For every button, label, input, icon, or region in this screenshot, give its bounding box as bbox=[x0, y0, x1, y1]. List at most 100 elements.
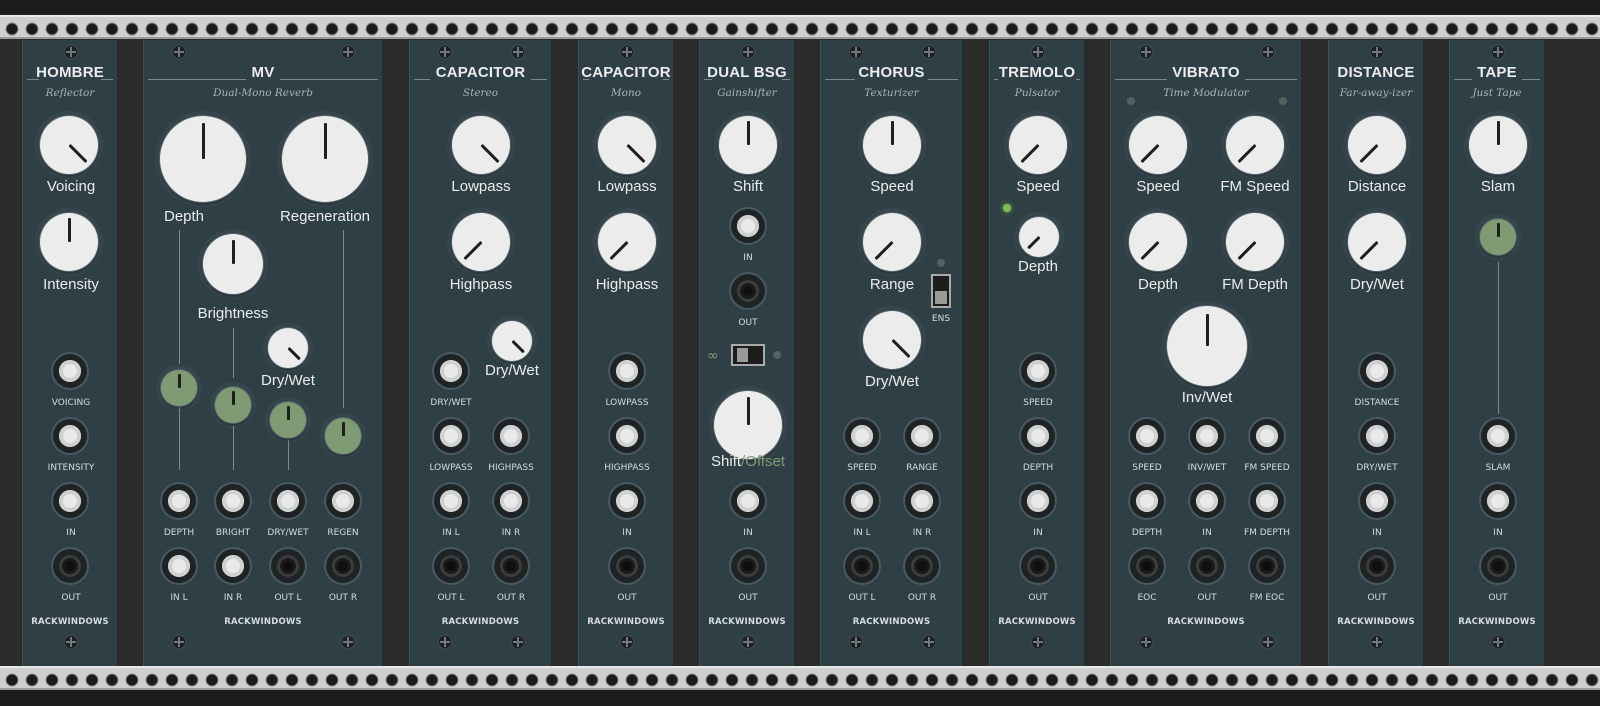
audio-in-right-jack[interactable] bbox=[905, 484, 939, 518]
voicing-knob[interactable] bbox=[40, 116, 98, 174]
highpass-cv-jack[interactable] bbox=[610, 419, 644, 453]
speed-cv-jack[interactable] bbox=[845, 419, 879, 453]
brightness-knob[interactable] bbox=[203, 234, 263, 294]
highpass-knob[interactable] bbox=[452, 213, 510, 271]
lowpass-cv-jack[interactable] bbox=[610, 354, 644, 388]
audio-out-jack[interactable] bbox=[731, 549, 765, 583]
speed-cv-jack[interactable] bbox=[1021, 354, 1055, 388]
brand-label: RACKWINDOWS bbox=[31, 617, 109, 627]
highpass-knob[interactable] bbox=[598, 213, 656, 271]
audio-in-right-jack[interactable] bbox=[216, 549, 250, 583]
screw-icon bbox=[340, 44, 356, 60]
drywet-attenuverter-knob[interactable] bbox=[270, 402, 306, 438]
distance-cv-jack[interactable] bbox=[1360, 354, 1394, 388]
regen-attenuverter-knob[interactable] bbox=[325, 418, 361, 454]
voicing-cv-jack[interactable] bbox=[53, 354, 87, 388]
lowpass-knob[interactable] bbox=[598, 116, 656, 174]
eoc-out-jack[interactable] bbox=[1130, 549, 1164, 583]
depth-cv-jack[interactable] bbox=[1130, 484, 1164, 518]
bright-cv-jack[interactable] bbox=[216, 484, 250, 518]
speed-knob[interactable] bbox=[1129, 116, 1187, 174]
fm-depth-cv-jack[interactable] bbox=[1250, 484, 1284, 518]
audio-out-left-jack[interactable] bbox=[434, 549, 468, 583]
module-dual-bsg[interactable]: DUAL BSG Gainshifter Shift IN OUT ∞ Shif… bbox=[699, 40, 795, 666]
speed-cv-jack[interactable] bbox=[1130, 419, 1164, 453]
ensemble-switch[interactable] bbox=[931, 274, 951, 308]
audio-in-jack[interactable] bbox=[731, 484, 765, 518]
audio-out-jack[interactable] bbox=[610, 549, 644, 583]
module-hombre[interactable]: HOMBRE Reflector Voicing Intensity VOICI… bbox=[22, 40, 118, 666]
drywet-cv-jack[interactable] bbox=[271, 484, 305, 518]
range-knob[interactable] bbox=[863, 213, 921, 271]
audio-out-left-jack[interactable] bbox=[845, 549, 879, 583]
slam-cv-jack[interactable] bbox=[1481, 419, 1515, 453]
module-vibrato[interactable]: VIBRATO Time Modulator Speed FM Speed De… bbox=[1110, 40, 1302, 666]
audio-out-jack[interactable] bbox=[1021, 549, 1055, 583]
invwet-cv-jack[interactable] bbox=[1190, 419, 1224, 453]
distance-knob[interactable] bbox=[1348, 116, 1406, 174]
module-capacitor-mono[interactable]: CAPACITOR Mono Lowpass Highpass LOWPASS … bbox=[578, 40, 674, 666]
audio-out-left-jack[interactable] bbox=[271, 549, 305, 583]
bright-attenuverter-knob[interactable] bbox=[215, 387, 251, 423]
drywet-cv-jack[interactable] bbox=[434, 354, 468, 388]
regen-cv-jack[interactable] bbox=[326, 484, 360, 518]
fm-depth-knob[interactable] bbox=[1226, 213, 1284, 271]
drywet-knob[interactable] bbox=[863, 311, 921, 369]
intensity-cv-jack[interactable] bbox=[53, 419, 87, 453]
speed-knob[interactable] bbox=[1009, 116, 1067, 174]
depth-cv-jack[interactable] bbox=[1021, 419, 1055, 453]
depth-knob[interactable] bbox=[1019, 217, 1059, 257]
shift-knob[interactable] bbox=[719, 116, 777, 174]
audio-out-top-jack[interactable] bbox=[731, 274, 765, 308]
audio-in-left-jack[interactable] bbox=[845, 484, 879, 518]
module-capacitor-stereo[interactable]: CAPACITOR Stereo Lowpass Highpass Dry/We… bbox=[409, 40, 552, 666]
lowpass-knob[interactable] bbox=[452, 116, 510, 174]
module-tape[interactable]: TAPE Just Tape Slam SLAM IN OUT RACKWIND… bbox=[1449, 40, 1545, 666]
depth-cv-jack[interactable] bbox=[162, 484, 196, 518]
audio-in-jack[interactable] bbox=[53, 484, 87, 518]
fm-speed-cv-jack[interactable] bbox=[1250, 419, 1284, 453]
audio-out-jack[interactable] bbox=[53, 549, 87, 583]
audio-in-right-jack[interactable] bbox=[494, 484, 528, 518]
lowpass-cv-jack[interactable] bbox=[434, 419, 468, 453]
slam-attenuverter-knob[interactable] bbox=[1480, 219, 1516, 255]
drywet-knob[interactable] bbox=[1348, 213, 1406, 271]
audio-in-jack[interactable] bbox=[1021, 484, 1055, 518]
audio-out-jack[interactable] bbox=[1360, 549, 1394, 583]
audio-in-jack[interactable] bbox=[610, 484, 644, 518]
audio-in-jack[interactable] bbox=[1190, 484, 1224, 518]
audio-in-top-jack[interactable] bbox=[731, 209, 765, 243]
audio-in-jack[interactable] bbox=[1360, 484, 1394, 518]
audio-in-left-jack[interactable] bbox=[162, 549, 196, 583]
drywet-cv-jack[interactable] bbox=[1360, 419, 1394, 453]
range-cv-jack[interactable] bbox=[905, 419, 939, 453]
shift-offset-knob[interactable] bbox=[714, 391, 782, 459]
audio-in-jack[interactable] bbox=[1481, 484, 1515, 518]
speed-knob[interactable] bbox=[863, 116, 921, 174]
highpass-cv-jack[interactable] bbox=[494, 419, 528, 453]
audio-out-right-jack[interactable] bbox=[494, 549, 528, 583]
depth-attenuverter-knob[interactable] bbox=[161, 370, 197, 406]
drywet-knob[interactable] bbox=[268, 328, 308, 368]
slam-knob[interactable] bbox=[1469, 116, 1527, 174]
audio-out-jack[interactable] bbox=[1481, 549, 1515, 583]
audio-in-left-jack[interactable] bbox=[434, 484, 468, 518]
intensity-knob[interactable] bbox=[40, 213, 98, 271]
audio-out-right-jack[interactable] bbox=[326, 549, 360, 583]
module-distance[interactable]: DISTANCE Far-away-izer Distance Dry/Wet … bbox=[1328, 40, 1424, 666]
fm-eoc-out-jack[interactable] bbox=[1250, 549, 1284, 583]
module-tremolo[interactable]: TREMOLO Pulsator Speed Depth SPEED DEPTH… bbox=[989, 40, 1085, 666]
screw-icon bbox=[437, 634, 453, 650]
depth-knob[interactable] bbox=[160, 116, 246, 202]
audio-out-jack[interactable] bbox=[1190, 549, 1224, 583]
regeneration-knob[interactable] bbox=[282, 116, 368, 202]
link-switch[interactable] bbox=[731, 344, 765, 366]
invwet-knob[interactable] bbox=[1167, 306, 1247, 386]
screw-icon bbox=[1138, 44, 1154, 60]
module-chorus[interactable]: CHORUS Texturizer Speed Range ENS Dry/We… bbox=[820, 40, 963, 666]
module-mv[interactable]: MV Dual-Mono Reverb Depth Regeneration B… bbox=[143, 40, 383, 666]
drywet-knob[interactable] bbox=[492, 321, 532, 361]
depth-knob[interactable] bbox=[1129, 213, 1187, 271]
audio-out-right-jack[interactable] bbox=[905, 549, 939, 583]
fm-speed-knob[interactable] bbox=[1226, 116, 1284, 174]
